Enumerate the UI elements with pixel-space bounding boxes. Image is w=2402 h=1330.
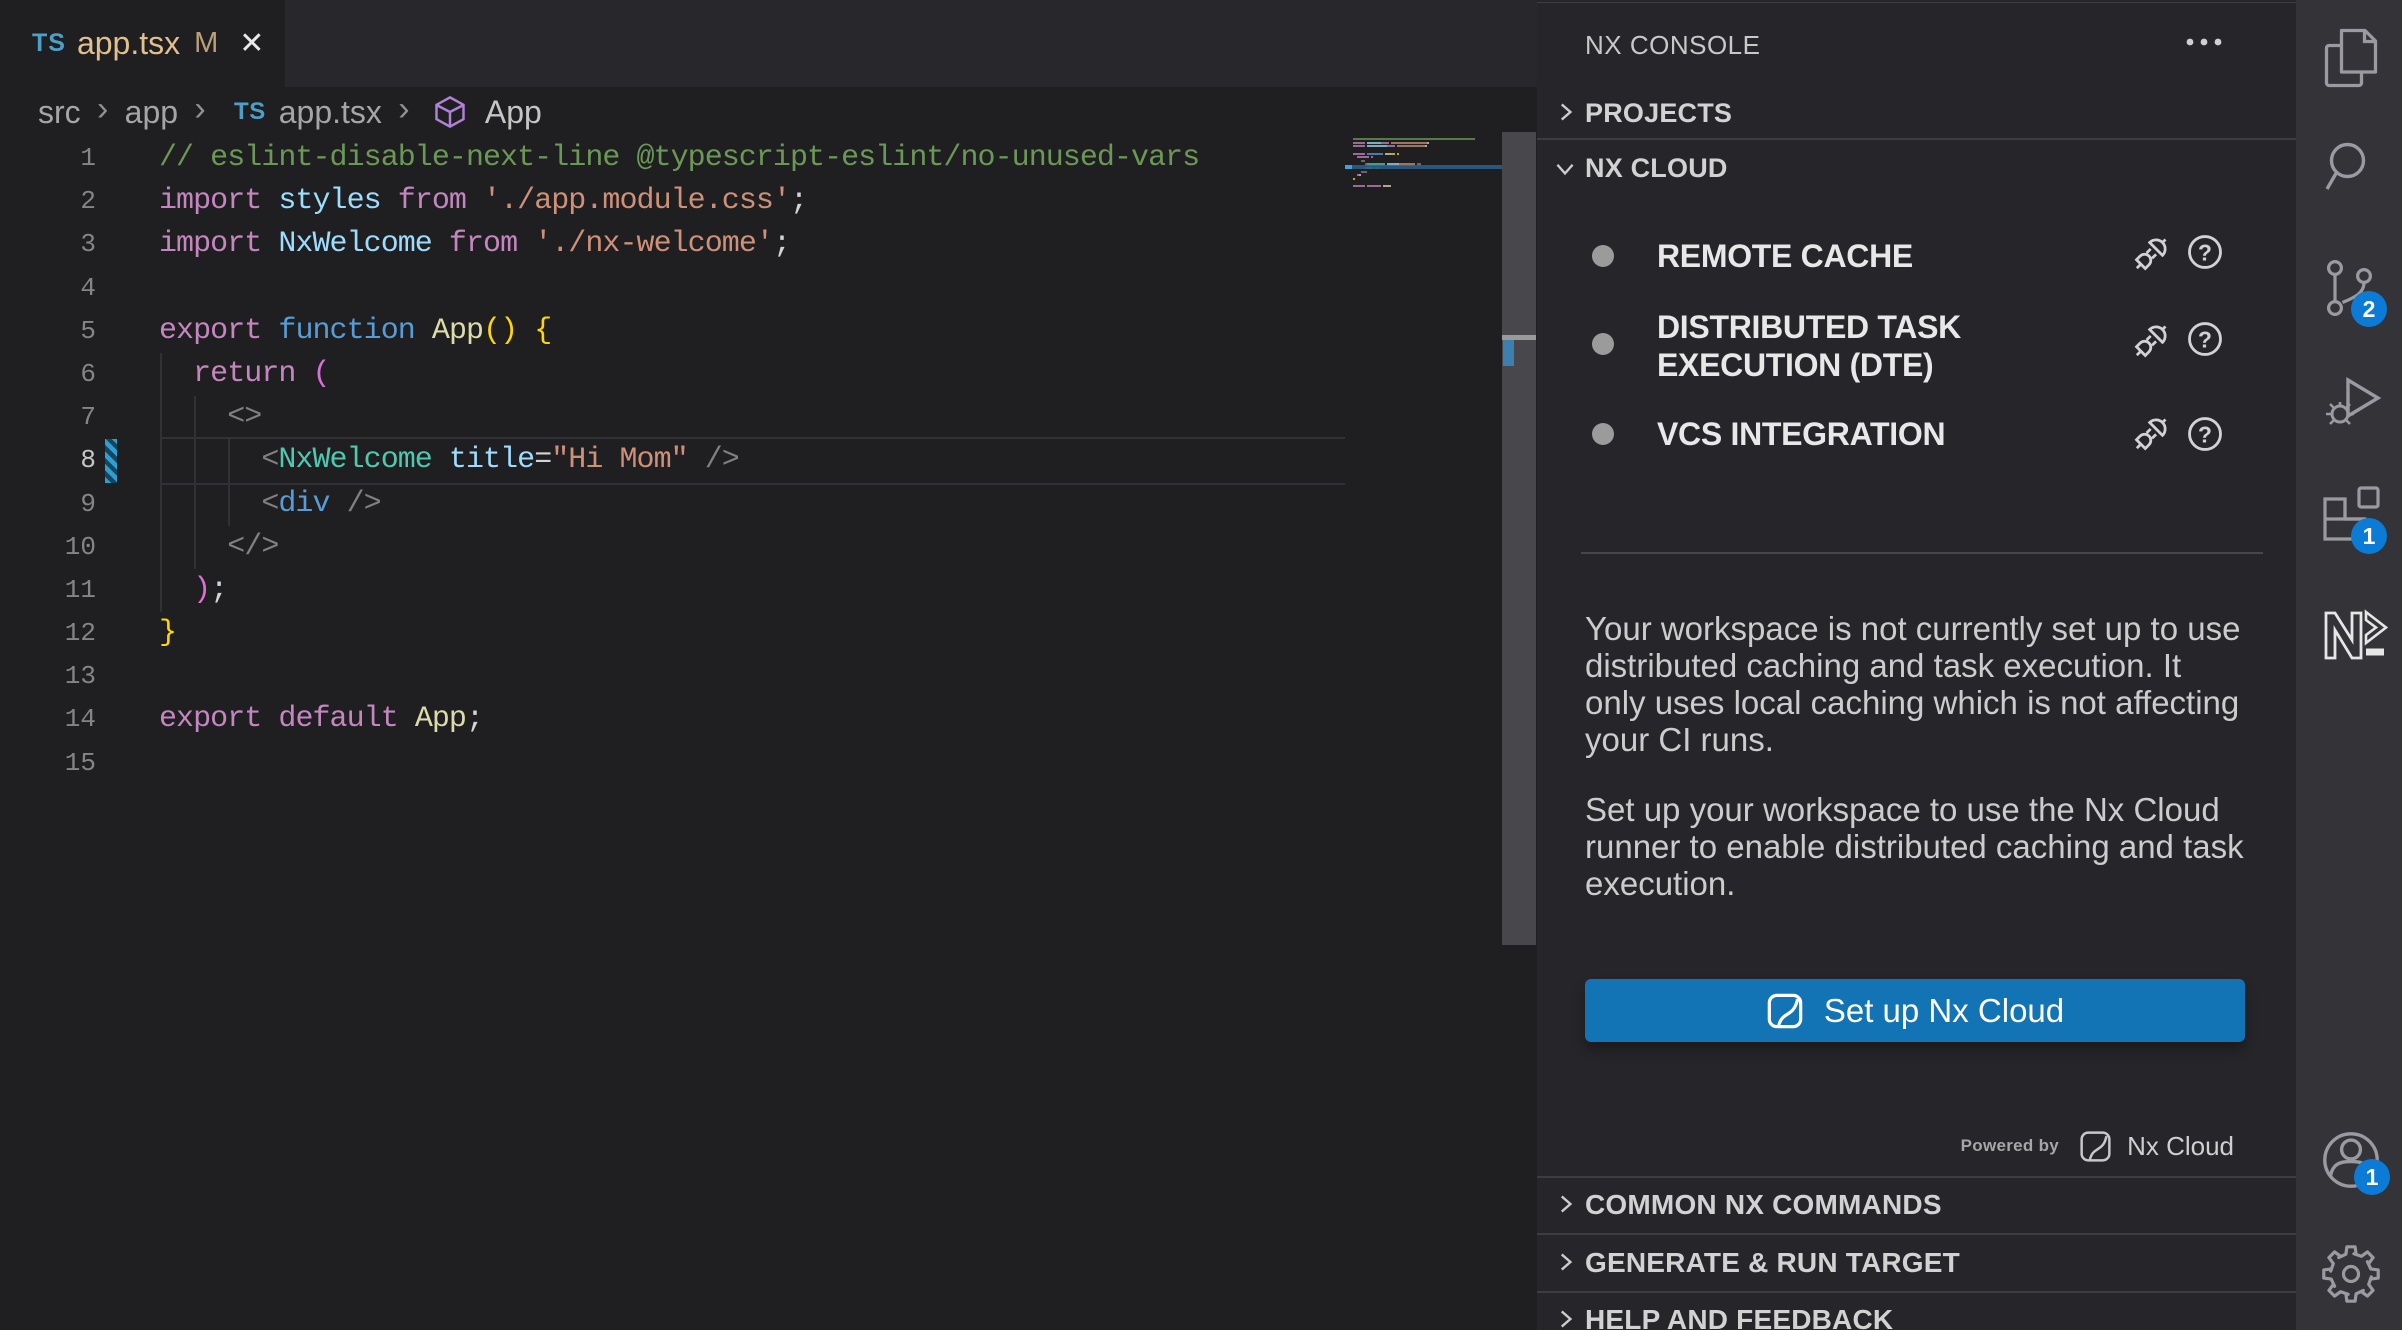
svg-text:?: ? — [2198, 240, 2212, 266]
svg-text:?: ? — [2198, 422, 2212, 448]
svg-text:?: ? — [2198, 327, 2212, 353]
